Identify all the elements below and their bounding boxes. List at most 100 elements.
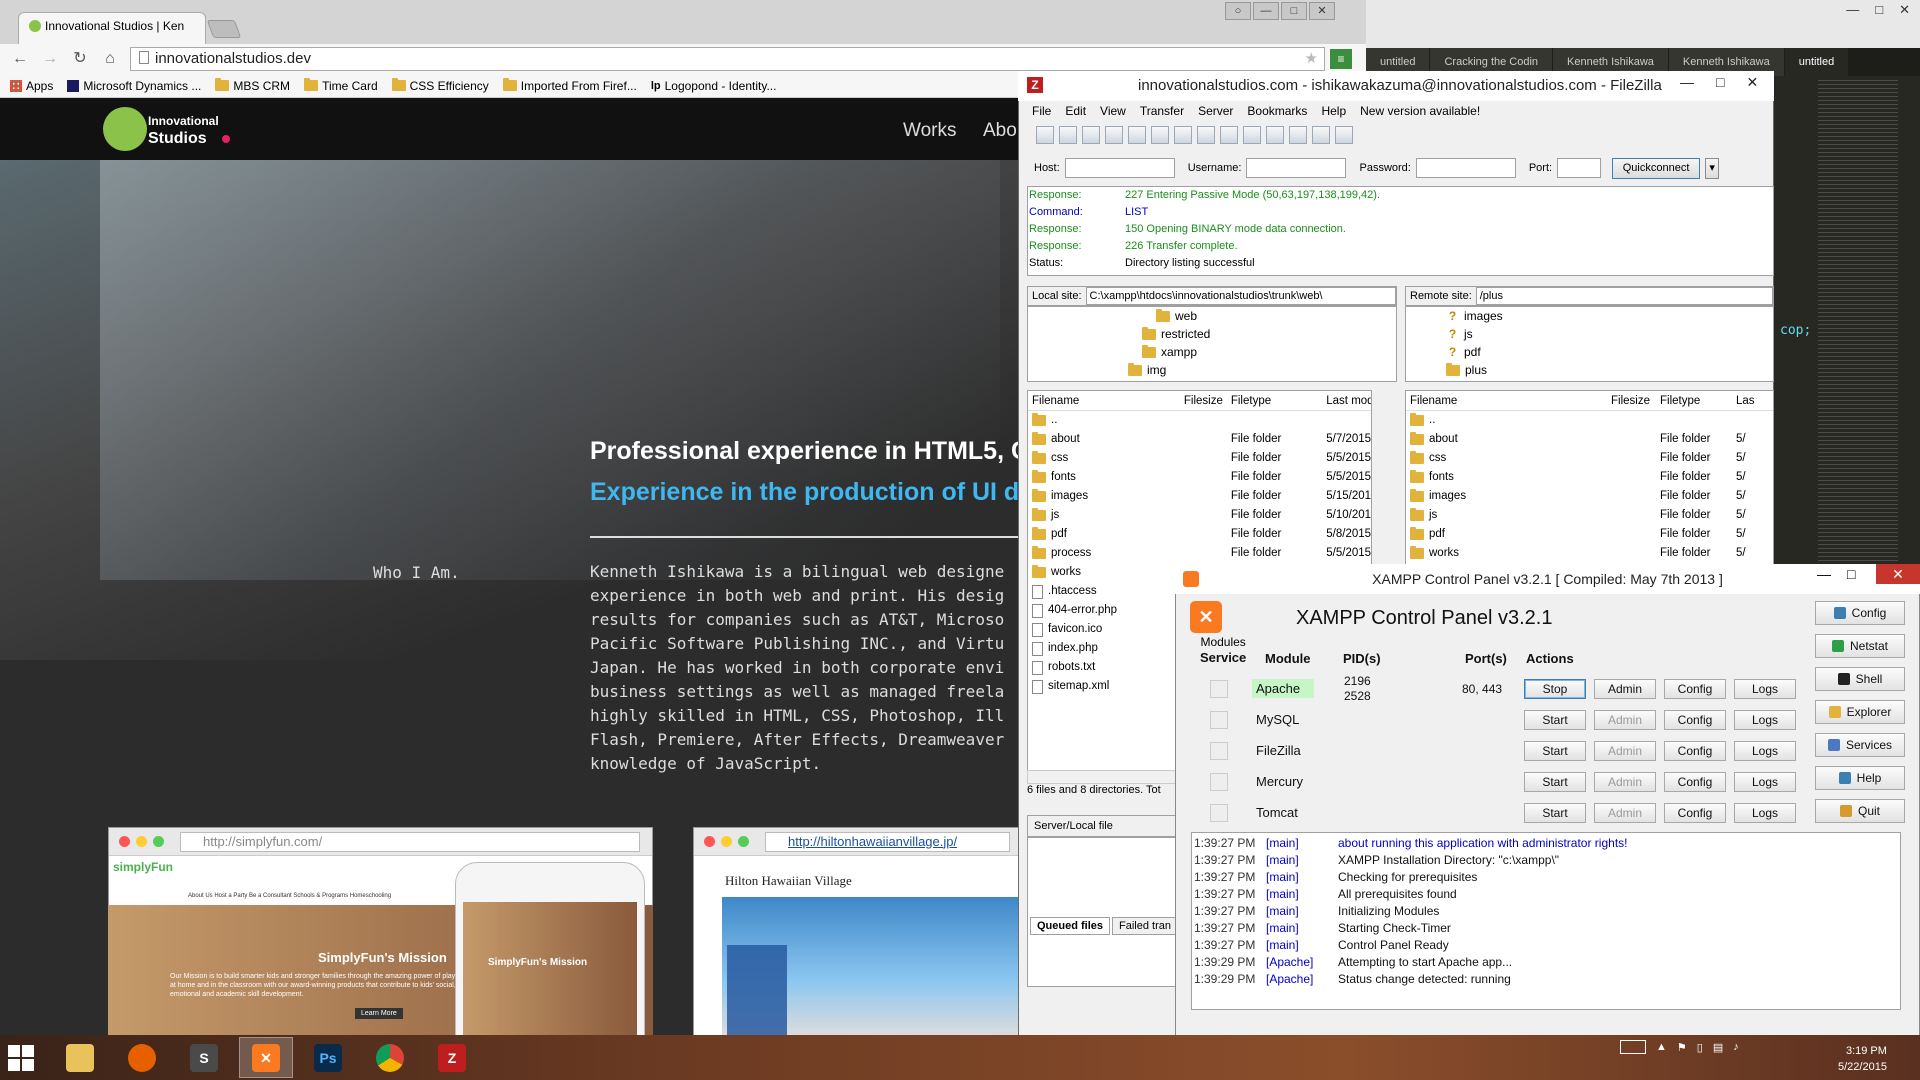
stop-button[interactable]: Stop [1524, 679, 1586, 699]
tree-item[interactable]: ? js [1446, 325, 1773, 343]
tree-item[interactable]: web [1128, 307, 1396, 325]
editor-minimap[interactable] [1818, 80, 1898, 580]
service-checkbox[interactable] [1210, 711, 1228, 729]
minimize-icon[interactable]: — [1846, 2, 1859, 18]
taskbar-sublime[interactable]: S [177, 1037, 231, 1078]
toggle-local-tree-icon[interactable] [1082, 126, 1100, 144]
compare-icon[interactable] [1289, 126, 1307, 144]
menu-bookmarks[interactable]: Bookmarks [1247, 101, 1307, 121]
remote-file-row[interactable]: pdf File folder 5/ [1406, 525, 1773, 544]
close-icon[interactable]: ✕ [1309, 2, 1335, 20]
address-bar[interactable]: innovationalstudios.dev ★ [130, 47, 1325, 71]
remote-file-row[interactable]: js File folder 5/ [1406, 506, 1773, 525]
refresh-icon[interactable] [1151, 126, 1169, 144]
logs-button[interactable]: Logs [1734, 741, 1796, 761]
maximize-icon[interactable]: □ [1716, 74, 1724, 91]
remote-file-row[interactable]: images File folder 5/ [1406, 487, 1773, 506]
service-checkbox[interactable] [1210, 804, 1228, 822]
search-icon[interactable] [1335, 126, 1353, 144]
local-file-row[interactable]: about File folder 5/7/2015 4:3 [1028, 430, 1371, 449]
minimize-icon[interactable]: — [1253, 2, 1279, 20]
col-filename[interactable]: Filename [1406, 391, 1596, 410]
config-button[interactable]: Config [1664, 772, 1726, 792]
config-button[interactable]: Config [1664, 710, 1726, 730]
bookmark-folder[interactable]: MBS CRM [215, 78, 290, 93]
service-checkbox[interactable] [1210, 742, 1228, 760]
message-log[interactable]: Response: 227 Entering Passive Mode (50,6… [1027, 186, 1774, 276]
start-button[interactable]: Start [1524, 741, 1586, 761]
toggle-log-icon[interactable] [1059, 126, 1077, 144]
process-queue-icon[interactable] [1174, 126, 1192, 144]
start-button[interactable]: Start [1524, 803, 1586, 823]
taskbar-firefox[interactable] [115, 1037, 169, 1078]
taskbar-photoshop[interactable]: Ps [301, 1037, 355, 1078]
remote-file-row[interactable]: css File folder 5/ [1406, 449, 1773, 468]
menu-new-version[interactable]: New version available! [1360, 101, 1480, 121]
action-center-icon[interactable]: ⚑ [1677, 1041, 1687, 1054]
quickconnect-button[interactable]: Quickconnect [1612, 157, 1701, 179]
config-button[interactable]: Config [1664, 679, 1726, 699]
local-path-input[interactable]: C:\xampp\htdocs\innovationalstudios\trun… [1085, 287, 1396, 305]
quickconnect-dropdown-icon[interactable]: ▾ [1705, 157, 1720, 179]
local-file-row[interactable]: css File folder 5/5/2015 1:3 [1028, 449, 1371, 468]
xampp-log[interactable]: 1:39:27 PM [main] about running this appli… [1191, 832, 1901, 1010]
menu-server[interactable]: Server [1198, 101, 1233, 121]
remote-file-row[interactable]: works File folder 5/ [1406, 544, 1773, 563]
password-input[interactable] [1415, 158, 1516, 178]
local-file-row[interactable]: fonts File folder 5/5/2015 1:3 [1028, 468, 1371, 487]
site-logo-text[interactable]: Innovational Studios [148, 113, 219, 147]
windows-start-icon[interactable] [8, 1045, 34, 1071]
remote-path-input[interactable]: /plus [1475, 287, 1773, 305]
start-button[interactable]: Start [1524, 710, 1586, 730]
logs-button[interactable]: Logs [1734, 710, 1796, 730]
side-help-button[interactable]: Help [1815, 766, 1905, 790]
remote-file-row[interactable]: fonts File folder 5/ [1406, 468, 1773, 487]
tree-item[interactable]: img [1128, 361, 1396, 379]
tree-item[interactable]: ? pdf [1446, 343, 1773, 361]
toggle-remote-tree-icon[interactable] [1105, 126, 1123, 144]
taskbar-xampp[interactable]: ✕ [239, 1037, 293, 1078]
reconnect-icon[interactable] [1243, 126, 1261, 144]
bookmark-apps[interactable]: Apps [10, 79, 53, 93]
close-icon[interactable]: ✕ [1899, 2, 1910, 18]
cancel-icon[interactable] [1197, 126, 1215, 144]
bookmark-item[interactable]: Microsoft Dynamics ... [67, 79, 201, 93]
side-shell-button[interactable]: Shell [1815, 667, 1905, 691]
menu-edit[interactable]: Edit [1065, 101, 1086, 121]
admin-button[interactable]: Admin [1594, 803, 1656, 823]
tray-expand-icon[interactable]: ▲ [1656, 1041, 1667, 1053]
profile-icon[interactable]: ○ [1225, 2, 1251, 20]
host-input[interactable] [1064, 158, 1175, 178]
side-config-button[interactable]: Config [1815, 601, 1905, 625]
config-button[interactable]: Config [1664, 741, 1726, 761]
minimize-icon[interactable]: — [1817, 566, 1831, 582]
admin-button[interactable]: Admin [1594, 710, 1656, 730]
bookmark-star-icon[interactable]: ★ [1305, 49, 1318, 67]
col-filetype[interactable]: Filetype [1227, 391, 1326, 410]
menu-help[interactable]: Help [1321, 101, 1346, 121]
logs-button[interactable]: Logs [1734, 679, 1796, 699]
col-filetype[interactable]: Filetype [1656, 391, 1736, 410]
taskbar-clock[interactable]: 3:19 PM 5/22/2015 [1838, 1043, 1887, 1075]
tree-item[interactable]: xampp [1128, 343, 1396, 361]
admin-button[interactable]: Admin [1594, 679, 1656, 699]
bookmark-folder[interactable]: Imported From Firef... [502, 78, 637, 93]
start-button[interactable]: Start [1524, 772, 1586, 792]
chrome-menu-icon[interactable]: ≡ [1330, 49, 1352, 69]
service-checkbox[interactable] [1210, 680, 1228, 698]
volume-icon[interactable]: ♪ [1733, 1041, 1739, 1053]
username-input[interactable] [1246, 158, 1347, 178]
keyboard-icon[interactable] [1620, 1040, 1646, 1054]
close-icon[interactable]: ✕ [1746, 74, 1758, 91]
taskbar-filezilla[interactable]: Z [425, 1037, 479, 1078]
close-icon[interactable]: ✕ [1876, 564, 1920, 584]
local-file-row[interactable]: images File folder 5/15/2015 2: [1028, 487, 1371, 506]
side-quit-button[interactable]: Quit [1815, 799, 1905, 823]
local-file-row[interactable]: js File folder 5/10/2015 3: [1028, 506, 1371, 525]
disconnect-icon[interactable] [1220, 126, 1238, 144]
minimize-icon[interactable]: — [1680, 74, 1694, 91]
toggle-queue-icon[interactable] [1128, 126, 1146, 144]
tree-item[interactable]: ? images [1446, 307, 1773, 325]
nav-works-link[interactable]: Works [903, 120, 956, 142]
home-icon[interactable]: ⌂ [100, 49, 120, 69]
